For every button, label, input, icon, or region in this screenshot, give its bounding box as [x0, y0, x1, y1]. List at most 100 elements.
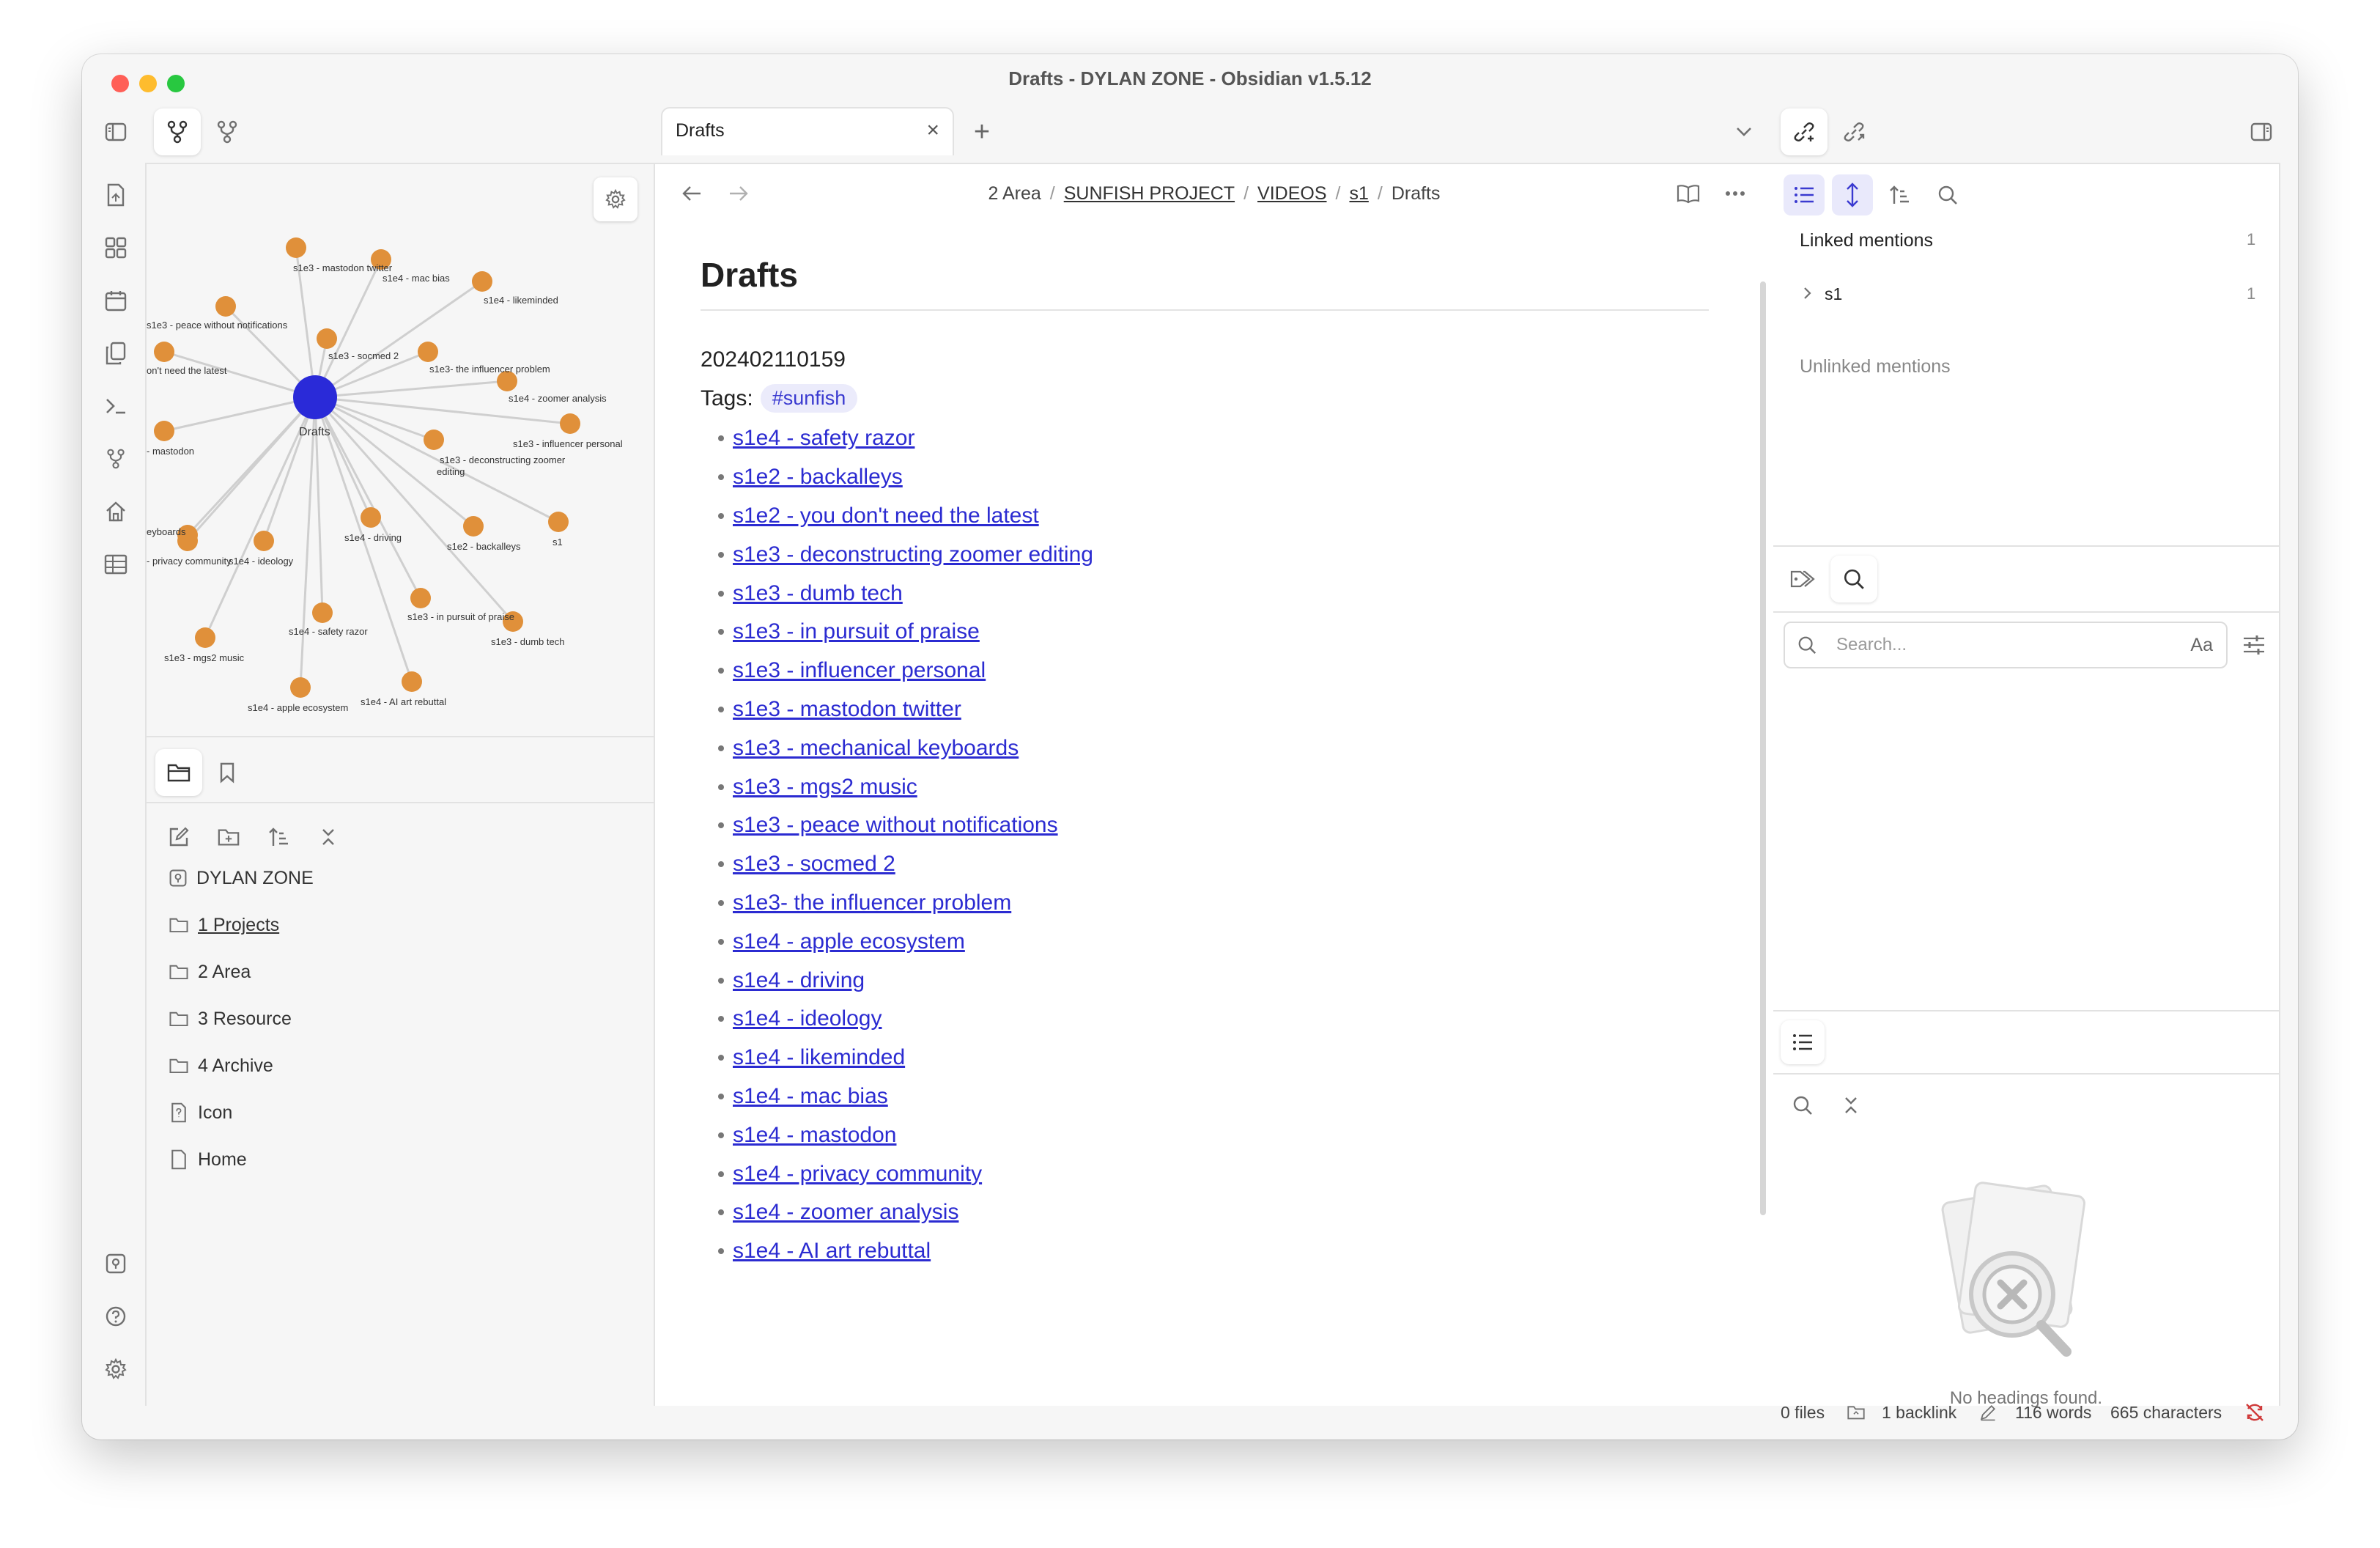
internal-link[interactable]: s1e4 - AI art rebuttal [733, 1239, 931, 1264]
internal-link[interactable]: s1e2 - you don't need the latest [733, 504, 1039, 528]
sync-disabled-icon[interactable] [2242, 1400, 2267, 1425]
internal-link[interactable]: s1e4 - apple ecosystem [733, 929, 965, 954]
tag-sunfish[interactable]: #sunfish [760, 384, 858, 413]
close-tab-icon[interactable]: × [926, 119, 939, 142]
file-explorer-folder-icon[interactable] [155, 749, 202, 796]
graph-node[interactable] [317, 328, 337, 349]
chevron-right-icon[interactable] [1800, 284, 1814, 302]
graph-node[interactable] [560, 413, 580, 434]
internal-link[interactable]: s1e3 - mechanical keyboards [733, 736, 1019, 761]
local-graph-view[interactable]: s1e3 - mastodon twitter s1e4 - mac bias s1… [147, 164, 654, 736]
internal-link[interactable]: s1e4 - ideology [733, 1006, 882, 1031]
folder-item[interactable]: 4 Archive [169, 1051, 273, 1080]
folder-item[interactable]: 3 Resource [169, 1004, 292, 1033]
filter-search-icon[interactable] [1786, 1089, 1819, 1121]
breadcrumb-item[interactable]: VIDEOS [1257, 183, 1326, 204]
graph-node[interactable] [154, 342, 174, 362]
edit-pencil-icon[interactable] [1977, 1401, 1999, 1423]
status-backlinks[interactable]: 1 backlink [1882, 1403, 1956, 1423]
internal-link[interactable]: s1e3 - in pursuit of praise [733, 619, 980, 644]
internal-link[interactable]: s1e3 - influencer personal [733, 658, 986, 683]
toggle-right-sidebar-icon[interactable] [2244, 114, 2279, 150]
internal-link[interactable]: s1e3 - dumb tech [733, 581, 903, 606]
graph-node[interactable] [290, 677, 311, 698]
help-icon[interactable] [98, 1299, 133, 1334]
collapse-all-icon[interactable] [312, 821, 344, 853]
internal-link[interactable]: s1e3 - deconstructing zoomer editing [733, 542, 1093, 567]
graph-canvas[interactable]: s1e3 - mastodon twitters1e4 - mac bias s1… [147, 164, 654, 736]
tab-drafts[interactable]: Drafts × [661, 107, 954, 155]
breadcrumb-item[interactable]: 2 Area [988, 183, 1041, 204]
internal-link[interactable]: s1e4 - privacy community [733, 1162, 982, 1187]
collapse-results-list-icon[interactable] [1784, 174, 1825, 215]
file-item[interactable]: Home [169, 1145, 247, 1174]
collapse-all-icon[interactable] [1835, 1089, 1867, 1121]
internal-link[interactable]: s1e4 - zoomer analysis [733, 1200, 958, 1225]
more-options-icon[interactable] [1719, 177, 1751, 210]
new-tab-icon[interactable]: + [966, 116, 998, 148]
internal-link[interactable]: s1e2 - backalleys [733, 465, 903, 490]
outgoing-links-tab-icon[interactable] [1836, 114, 1871, 150]
scrollbar[interactable] [1760, 281, 1766, 1215]
search-settings-sliders-icon[interactable] [2238, 629, 2270, 661]
bookmark-icon[interactable] [210, 755, 245, 790]
internal-link[interactable]: s1e4 - safety razor [733, 426, 914, 451]
internal-link[interactable]: s1e3 - mgs2 music [733, 775, 917, 800]
graph-node[interactable] [361, 507, 381, 528]
breadcrumb-item[interactable]: s1 [1349, 183, 1368, 204]
breadcrumb-item[interactable]: SUNFISH PROJECT [1064, 183, 1235, 204]
linked-mentions-label[interactable]: Linked mentions [1800, 230, 1933, 251]
daily-note-calendar-icon[interactable] [98, 283, 133, 318]
graph-view-tab-icon[interactable] [154, 108, 201, 155]
file-item[interactable]: Icon [169, 1098, 232, 1127]
graph-node[interactable] [312, 602, 333, 623]
graph-settings-gear-icon[interactable] [594, 177, 638, 221]
home-icon[interactable] [98, 494, 133, 529]
folder-item[interactable]: 1 Projects [169, 910, 279, 940]
graph-node[interactable] [215, 296, 236, 317]
table-icon[interactable] [98, 547, 133, 582]
tab-list-chevron-icon[interactable] [1728, 116, 1760, 148]
internal-link[interactable]: s1e3 - socmed 2 [733, 852, 895, 877]
graph-node[interactable] [410, 588, 431, 608]
change-sort-order-icon[interactable] [1883, 179, 1915, 211]
internal-link[interactable]: s1e3- the influencer problem [733, 891, 1011, 915]
outline-tab-icon[interactable] [1781, 1020, 1825, 1064]
templates-copy-icon[interactable] [98, 336, 133, 371]
folder-sync-icon[interactable] [1845, 1401, 1867, 1423]
graph-current-node[interactable] [293, 375, 337, 419]
graph-node[interactable] [154, 421, 174, 441]
toggle-left-sidebar-icon[interactable] [98, 114, 133, 150]
new-note-icon[interactable] [163, 821, 195, 853]
search-tab-icon[interactable] [1830, 556, 1877, 602]
canvas-icon[interactable] [98, 230, 133, 265]
internal-link[interactable]: s1e4 - driving [733, 968, 865, 993]
tags-icon[interactable] [1784, 560, 1822, 598]
settings-gear-icon[interactable] [98, 1352, 133, 1387]
open-quick-switcher-icon[interactable] [98, 177, 133, 213]
search-input[interactable]: Search... Aa [1784, 622, 2228, 668]
internal-link[interactable]: s1e4 - mastodon [733, 1123, 896, 1148]
graph-node[interactable] [418, 342, 438, 362]
graph-node[interactable] [548, 512, 569, 532]
graph-node[interactable] [254, 531, 274, 551]
graph-node[interactable] [472, 271, 492, 292]
graph-view-icon[interactable] [98, 441, 133, 476]
backlink-item[interactable]: s1 [1825, 284, 1842, 304]
internal-link[interactable]: s1e4 - mac bias [733, 1084, 888, 1109]
search-icon[interactable] [1932, 179, 1964, 211]
new-folder-icon[interactable] [212, 821, 245, 853]
show-more-context-icon[interactable] [1832, 174, 1873, 215]
unlinked-mentions-label[interactable]: Unlinked mentions [1800, 356, 1951, 377]
folder-item[interactable]: 2 Area [169, 957, 251, 987]
vault-root[interactable]: DYLAN ZONE [169, 863, 314, 893]
internal-link[interactable]: s1e4 - likeminded [733, 1045, 905, 1070]
local-graph-tab-icon[interactable] [210, 114, 245, 150]
graph-node[interactable] [463, 516, 484, 537]
graph-node[interactable] [195, 627, 215, 648]
reading-view-book-icon[interactable] [1672, 177, 1704, 210]
command-palette-icon[interactable] [98, 388, 133, 424]
vault-switcher-icon[interactable] [98, 1246, 133, 1281]
match-case-button[interactable]: Aa [2190, 635, 2213, 656]
graph-node[interactable] [402, 671, 422, 692]
